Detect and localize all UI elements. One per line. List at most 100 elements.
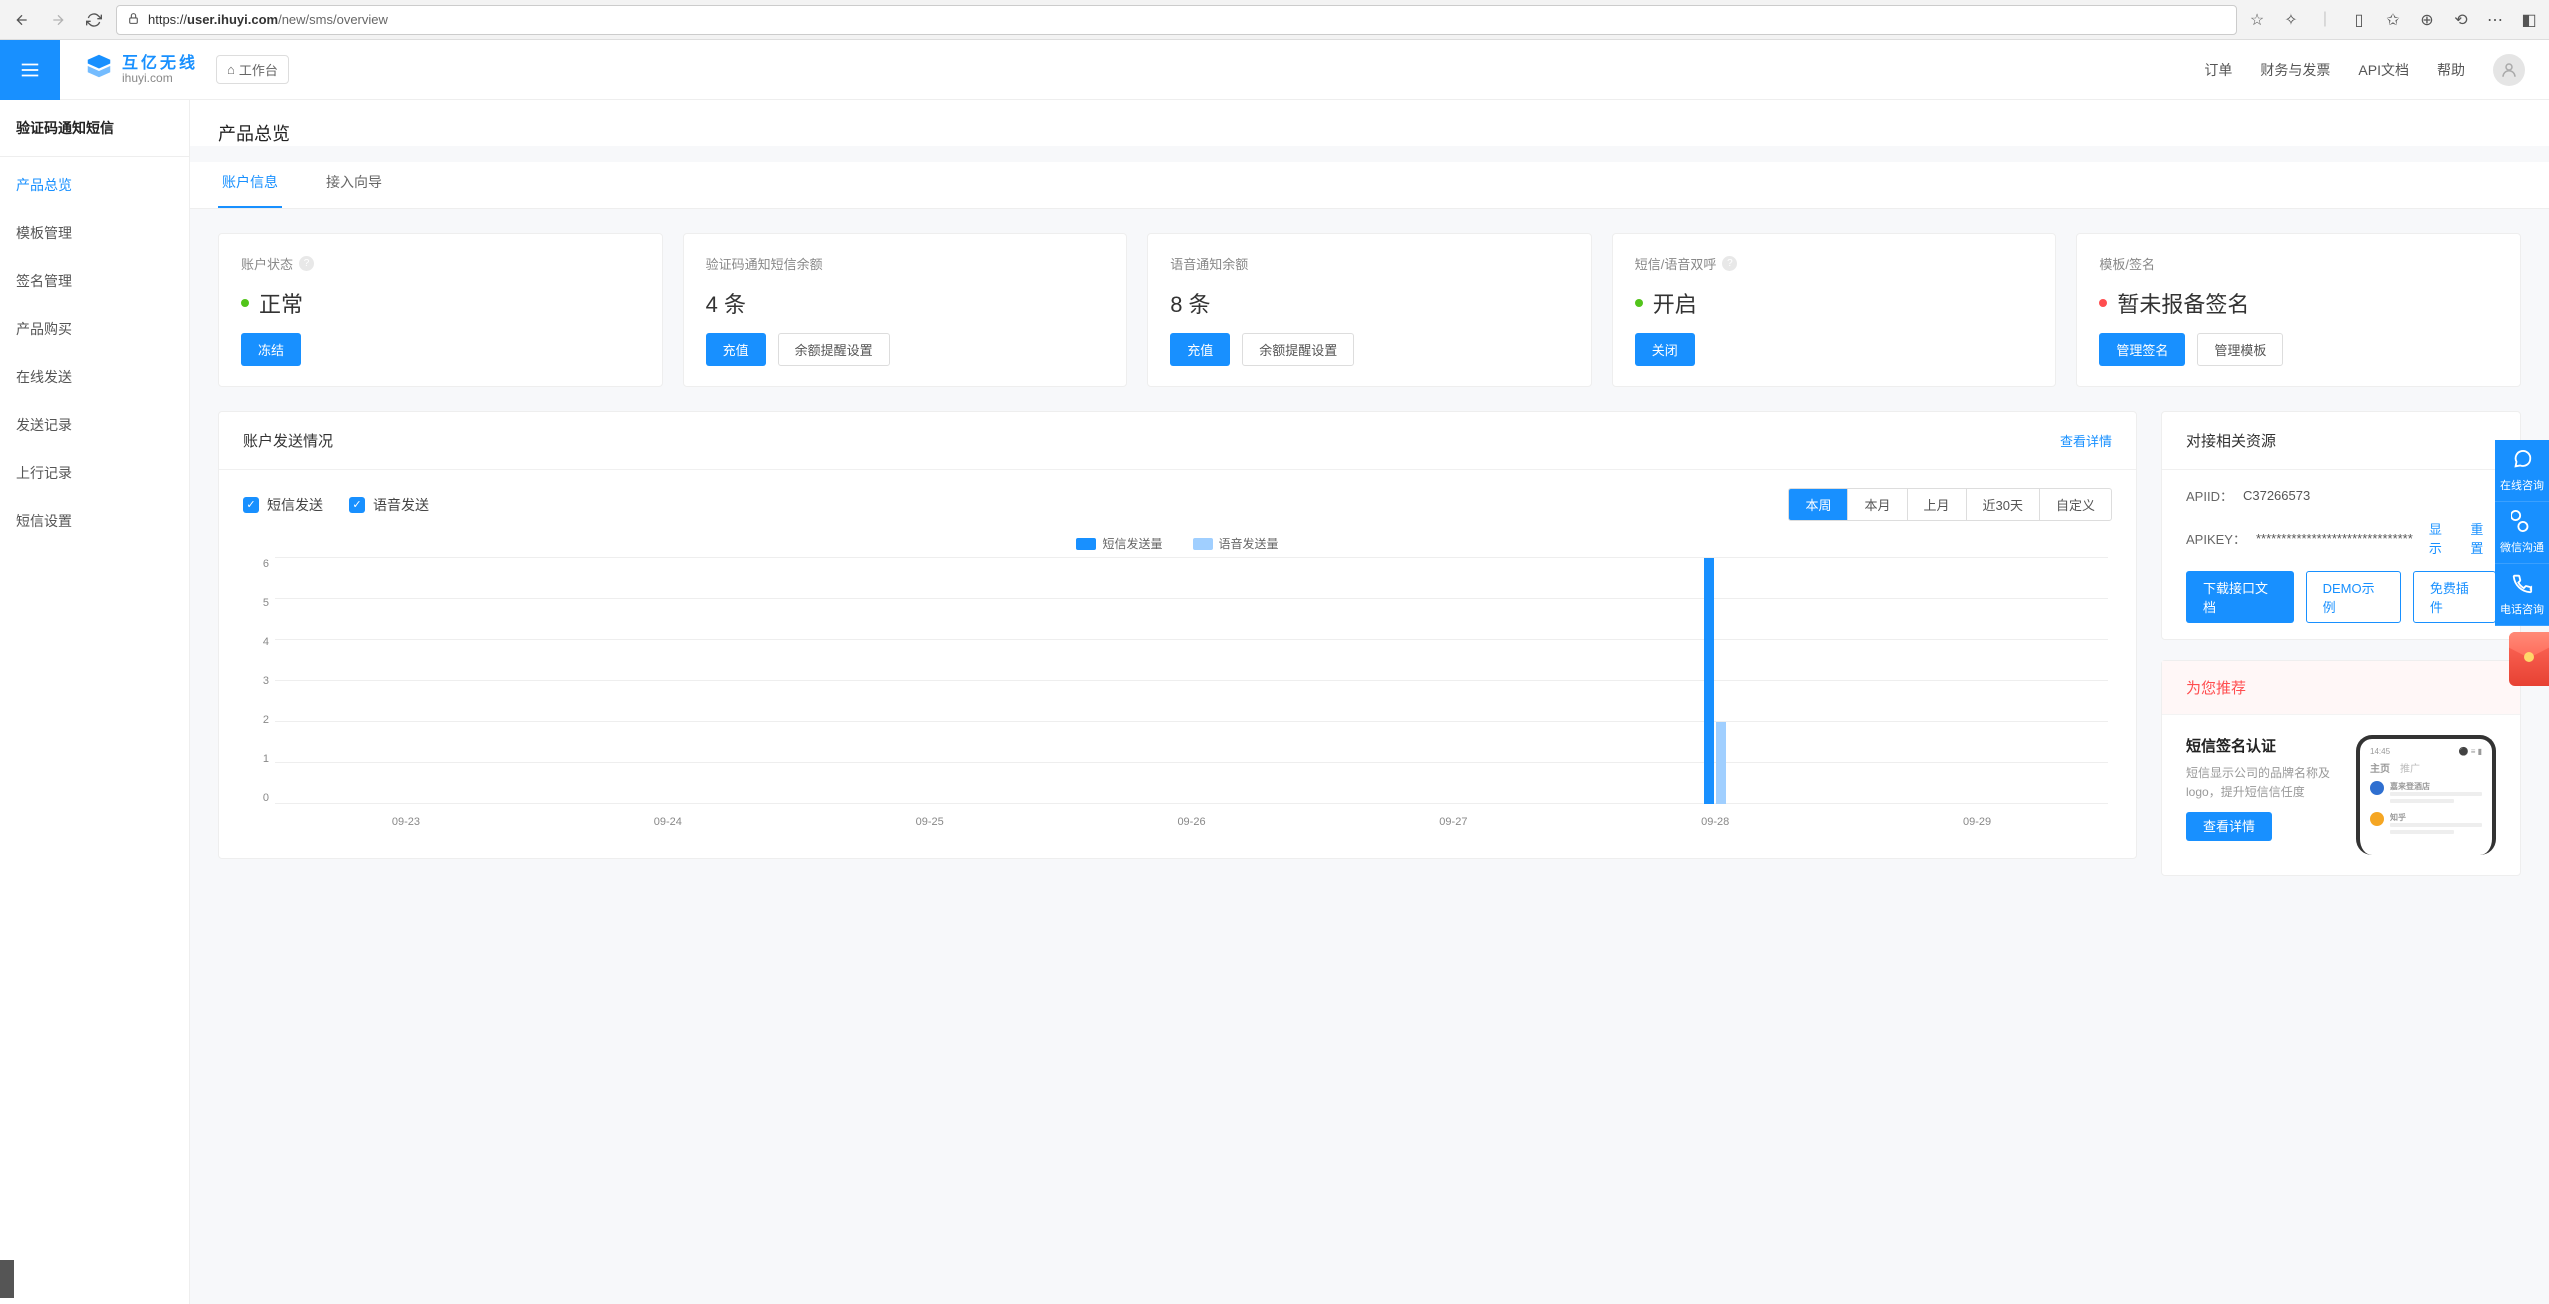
sidebar-item-6[interactable]: 上行记录	[0, 449, 189, 497]
tab-1[interactable]: 接入向导	[322, 162, 386, 208]
topnav-api-docs[interactable]: API文档	[2358, 60, 2409, 80]
tabs: 账户信息接入向导	[190, 162, 2549, 209]
range-0[interactable]: 本周	[1789, 489, 1848, 520]
sidebar-item-5[interactable]: 发送记录	[0, 401, 189, 449]
logo[interactable]: 互亿无线 ihuyi.com	[84, 51, 198, 88]
float-dock: 在线咨询微信沟通电话咨询	[2495, 440, 2549, 626]
status-card-4: 模板/签名 暂未报备签名 管理签名 管理模板	[2076, 233, 2521, 387]
status-card-3: 短信/语音双呼? 开启 关闭	[1612, 233, 2057, 387]
bar-group-09-25	[799, 558, 1061, 804]
card-primary-button[interactable]: 管理签名	[2099, 333, 2185, 366]
browser-chrome: https://user.ihuyi.com/new/sms/overview …	[0, 0, 2549, 40]
plugin-button[interactable]: 免费插件	[2413, 571, 2496, 623]
sidebar-item-3[interactable]: 产品购买	[0, 305, 189, 353]
recommend-detail-button[interactable]: 查看详情	[2186, 812, 2272, 841]
checkbox-sms[interactable]: ✓短信发送	[243, 495, 323, 515]
dock-item-1[interactable]: 微信沟通	[2495, 502, 2549, 564]
range-segment: 本周本月上月近30天自定义	[1788, 488, 2112, 521]
url-text: https://user.ihuyi.com/new/sms/overview	[148, 12, 388, 27]
extensions-icon[interactable]: ✧	[2279, 10, 2303, 30]
home-icon: ⌂	[227, 62, 235, 77]
dock-item-2[interactable]: 电话咨询	[2495, 564, 2549, 626]
sidebar-item-4[interactable]: 在线发送	[0, 353, 189, 401]
logo-text-en: ihuyi.com	[122, 72, 198, 84]
status-card-1: 验证码通知短信余额 4 条 充值 余额提醒设置	[683, 233, 1128, 387]
topnav-finance[interactable]: 财务与发票	[2260, 60, 2330, 80]
card-secondary-button[interactable]: 余额提醒设置	[778, 333, 890, 366]
card-title: 模板/签名	[2099, 254, 2498, 273]
card-primary-button[interactable]: 充值	[706, 333, 766, 366]
card-title: 语音通知余额	[1170, 254, 1569, 273]
collections-icon[interactable]: ⊕	[2415, 10, 2439, 30]
sidebar-item-1[interactable]: 模板管理	[0, 209, 189, 257]
red-envelope-icon[interactable]	[2509, 632, 2549, 686]
topnav-orders[interactable]: 订单	[2204, 60, 2232, 80]
sidebar-item-0[interactable]: 产品总览	[0, 161, 189, 209]
sidebar-item-2[interactable]: 签名管理	[0, 257, 189, 305]
page-title: 产品总览	[190, 100, 2549, 146]
bar-group-09-27	[1322, 558, 1584, 804]
bar-chart: 6543210 09-2309-2409-2509-2609-2709-2809…	[275, 558, 2108, 828]
hamburger-menu[interactable]	[0, 40, 60, 100]
range-1[interactable]: 本月	[1848, 489, 1907, 520]
back-button[interactable]	[8, 6, 36, 34]
card-secondary-button[interactable]: 管理模板	[2197, 333, 2283, 366]
checkbox-voice[interactable]: ✓语音发送	[349, 495, 429, 515]
console-button[interactable]: ⌂ 工作台	[216, 55, 289, 84]
sidebar-icon[interactable]: ◧	[2517, 10, 2541, 30]
dock-item-0[interactable]: 在线咨询	[2495, 440, 2549, 502]
legend-voice: 语音发送量	[1193, 535, 1279, 552]
help-icon[interactable]: ?	[299, 256, 314, 271]
sidebar: 验证码通知短信 产品总览模板管理签名管理产品购买在线发送发送记录上行记录短信设置	[0, 40, 190, 1304]
help-icon[interactable]: ?	[1722, 256, 1737, 271]
console-button-label: 工作台	[239, 60, 278, 79]
sidebar-item-7[interactable]: 短信设置	[0, 497, 189, 545]
card-value: 正常	[241, 287, 640, 319]
check-icon: ✓	[243, 497, 259, 513]
main-content: 产品总览 账户信息接入向导 账户状态? 正常 冻结 验证码通知短信余额 4 条 …	[190, 40, 2549, 1304]
recommend-header: 为您推荐	[2162, 661, 2520, 715]
recommend-title: 短信签名认证	[2186, 735, 2338, 756]
download-api-docs-button[interactable]: 下载接口文档	[2186, 571, 2294, 623]
card-value: 暂未报备签名	[2099, 287, 2498, 319]
favorite-icon[interactable]: ☆	[2245, 10, 2269, 30]
card-secondary-button[interactable]: 余额提醒设置	[1242, 333, 1354, 366]
topnav-help[interactable]: 帮助	[2437, 60, 2465, 80]
send-stats-detail-link[interactable]: 查看详情	[2060, 431, 2112, 450]
bar-group-09-24	[537, 558, 799, 804]
range-4[interactable]: 自定义	[2040, 489, 2111, 520]
card-value: 8 条	[1170, 287, 1569, 319]
forward-button[interactable]	[44, 6, 72, 34]
more-icon[interactable]: ⋯	[2483, 10, 2507, 30]
apikey-reset-link[interactable]: 重置	[2470, 519, 2496, 557]
card-title: 账户状态?	[241, 254, 640, 273]
favorites-bar-icon[interactable]: ✩	[2381, 10, 2405, 30]
legend-sms: 短信发送量	[1076, 535, 1162, 552]
app-topbar: 互亿无线 ihuyi.com ⌂ 工作台 订单 财务与发票 API文档 帮助	[0, 40, 2549, 100]
apikey-show-link[interactable]: 显示	[2429, 519, 2455, 557]
avatar[interactable]	[2493, 54, 2525, 86]
card-primary-button[interactable]: 充值	[1170, 333, 1230, 366]
send-stats-title: 账户发送情况	[243, 430, 333, 451]
address-bar[interactable]: https://user.ihuyi.com/new/sms/overview	[116, 5, 2237, 35]
demo-button[interactable]: DEMO示例	[2306, 571, 2401, 623]
status-cards-row: 账户状态? 正常 冻结 验证码通知短信余额 4 条 充值 余额提醒设置 语音通知…	[218, 233, 2521, 387]
split-icon[interactable]: ▯	[2347, 10, 2371, 30]
bar-group-09-28	[1584, 558, 1846, 804]
recommend-desc: 短信显示公司的品牌名称及logo，提升短信信任度	[2186, 764, 2338, 802]
phone-preview: 14:45⚫ ≡ ▮ 主页推广 嘉来登酒店知乎	[2356, 735, 2496, 855]
card-value: 开启	[1635, 287, 2034, 319]
send-stats-panel: 账户发送情况 查看详情 ✓短信发送 ✓语音发送 本周本月上月近30天自定义 短信…	[218, 411, 2137, 859]
card-primary-button[interactable]: 关闭	[1635, 333, 1695, 366]
range-3[interactable]: 近30天	[1967, 489, 2040, 520]
reload-button[interactable]	[80, 6, 108, 34]
card-primary-button[interactable]: 冻结	[241, 333, 301, 366]
bar-group-09-23	[275, 558, 537, 804]
bar-group-09-29	[1846, 558, 2108, 804]
apikey-masked: *******************************	[2256, 531, 2413, 546]
tab-0[interactable]: 账户信息	[218, 162, 282, 208]
resources-panel: 对接相关资源 APIID： C37266573 APIKEY： ********…	[2161, 411, 2521, 640]
side-tag	[0, 1260, 14, 1298]
range-2[interactable]: 上月	[1908, 489, 1967, 520]
sync-icon[interactable]: ⟲	[2449, 10, 2473, 30]
